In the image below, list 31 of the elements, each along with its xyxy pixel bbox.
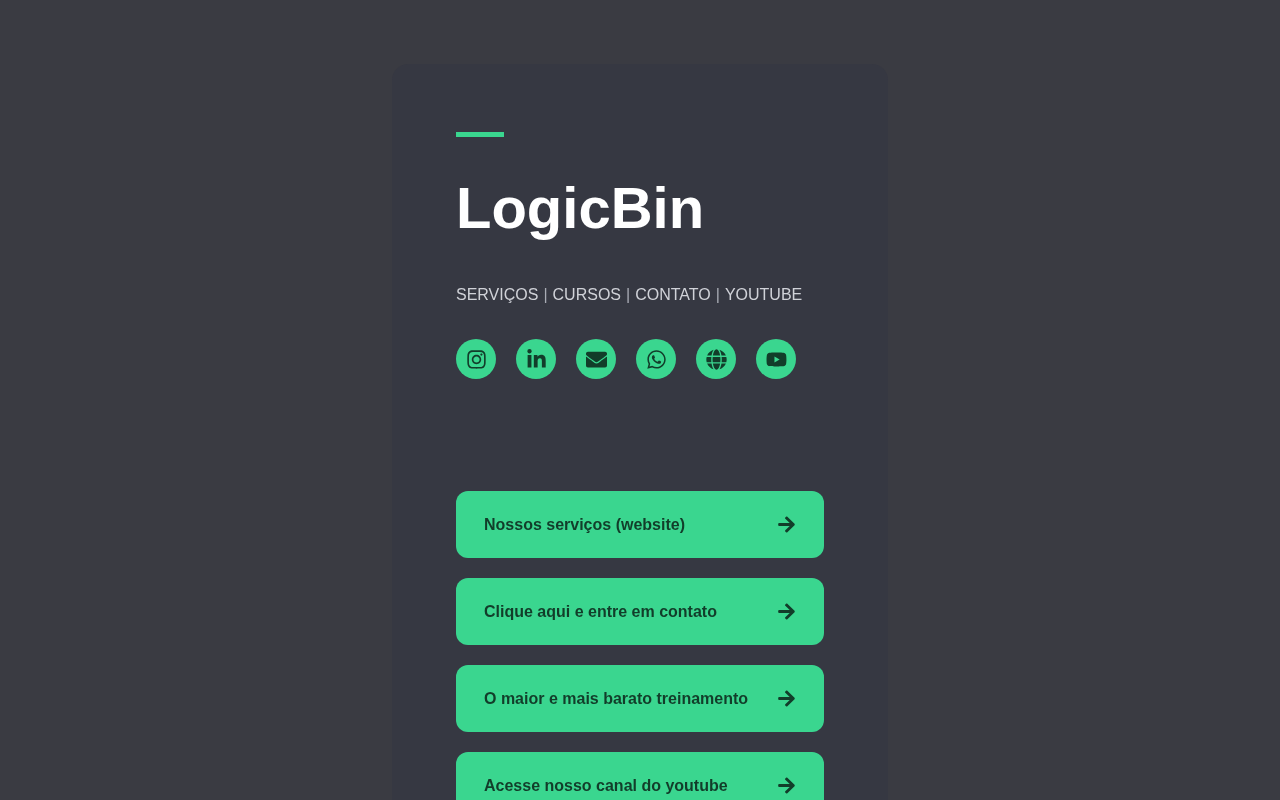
link-label: Nossos serviços (website): [484, 514, 685, 535]
social-link[interactable]: [696, 339, 736, 379]
nav-link[interactable]: CONTATO: [635, 283, 711, 307]
nav-link[interactable]: YOUTUBE: [724, 283, 803, 307]
nav-separator: |: [626, 285, 631, 305]
instagram-icon: [465, 348, 487, 370]
social-link[interactable]: [516, 339, 556, 379]
social-link[interactable]: [756, 339, 796, 379]
nav-link[interactable]: CURSOS: [552, 283, 621, 307]
link-label: Clique aqui e entre em contato: [484, 601, 717, 622]
link-button[interactable]: Clique aqui e entre em contato: [456, 578, 824, 645]
link-label: O maior e mais barato treinamento: [484, 688, 749, 709]
link-button[interactable]: Acesse nosso canal do youtube: [456, 752, 824, 800]
social-link[interactable]: [456, 339, 496, 379]
link-button[interactable]: Nossos serviços (website): [456, 491, 824, 558]
nav-separator: |: [543, 285, 548, 305]
nav-link[interactable]: SERVIÇOS: [456, 283, 539, 307]
arrow-right-icon: [777, 689, 796, 708]
brand-title: LogicBin: [456, 174, 705, 242]
globe-icon: [705, 348, 727, 370]
link-button[interactable]: O maior e mais barato treinamento: [456, 665, 824, 732]
arrow-right-icon: [777, 515, 796, 534]
link-label: Acesse nosso canal do youtube: [484, 775, 728, 796]
social-link[interactable]: [636, 339, 676, 379]
accent-bar: [456, 132, 504, 137]
linkedin-icon: [525, 348, 547, 370]
nav-separator: |: [715, 285, 720, 305]
arrow-right-icon: [777, 602, 796, 621]
whatsapp-icon: [645, 348, 667, 370]
arrow-right-icon: [777, 776, 796, 795]
social-link[interactable]: [576, 339, 616, 379]
